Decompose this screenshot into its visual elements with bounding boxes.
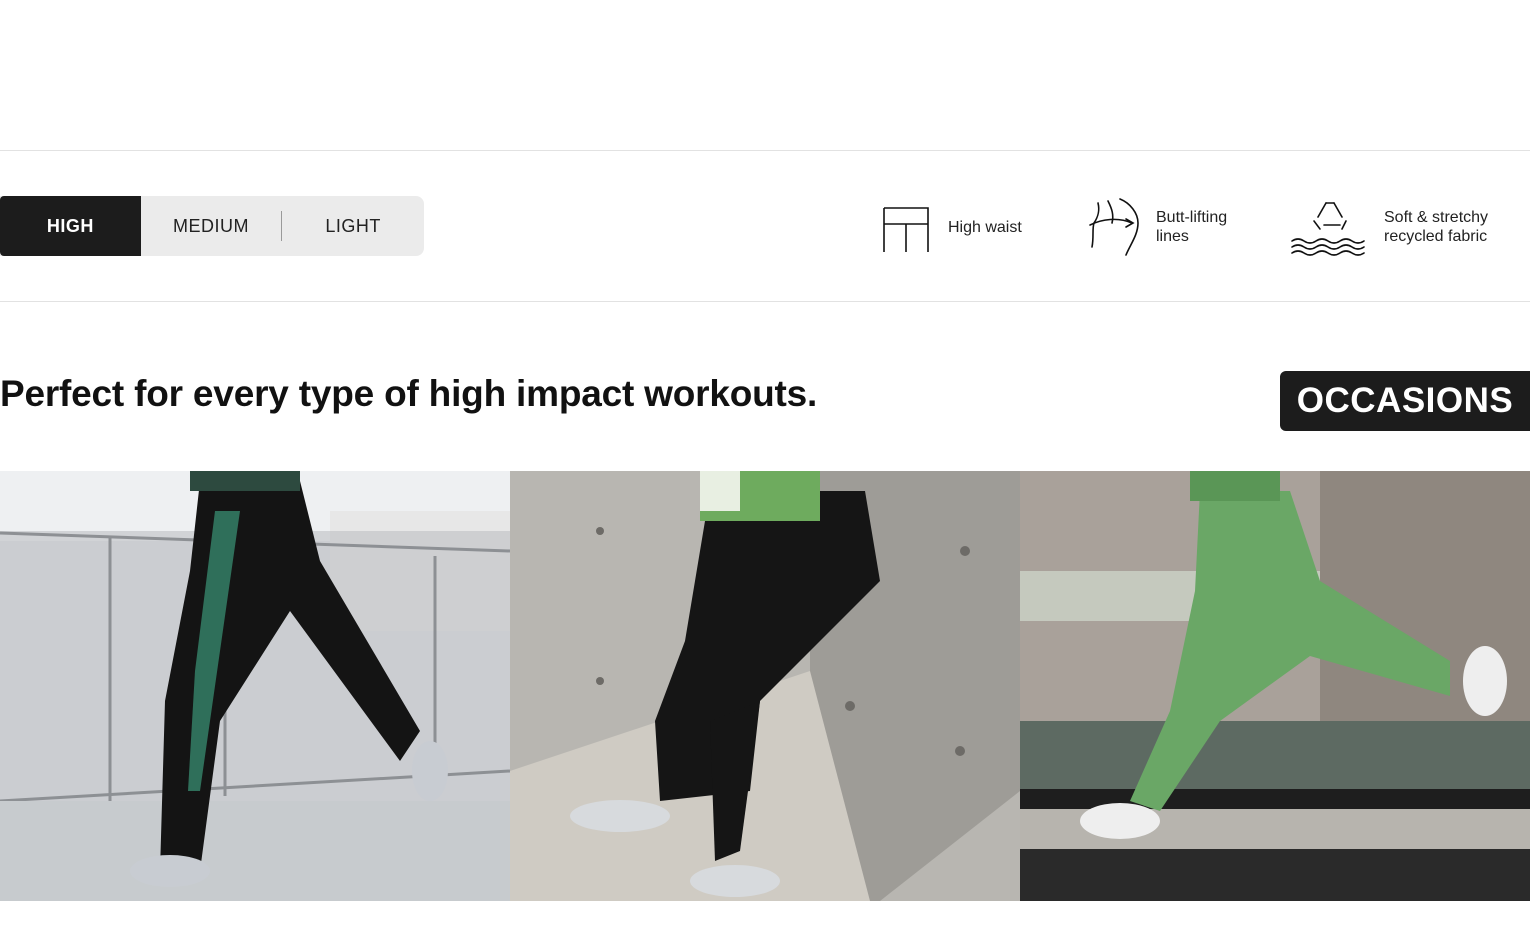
impact-high-tab[interactable]: HIGH <box>0 196 141 256</box>
high-waist-icon <box>883 207 929 252</box>
impact-light-tab[interactable]: LIGHT <box>282 196 424 256</box>
feature-butt-lifting: Butt-lifting lines <box>1088 196 1227 258</box>
recycle-icon <box>1291 202 1365 256</box>
impact-medium-tab[interactable]: MEDIUM <box>141 196 282 256</box>
impact-level-selector: HIGH MEDIUM LIGHT <box>0 196 424 256</box>
photo-leaning-wall-black-leggings <box>510 471 1020 901</box>
section-headline: Perfect for every type of high impact wo… <box>0 373 818 414</box>
photo-gallery <box>0 471 1530 901</box>
photo-running-green-leggings <box>1020 471 1530 901</box>
photo-running-patterned-leggings <box>0 471 510 901</box>
feature-high-waist: High waist <box>880 196 1022 258</box>
top-divider <box>0 150 1530 151</box>
feature-label-butt-lifting: Butt-lifting lines <box>1156 209 1228 245</box>
feature-label-recycled-fabric: Soft & stretchy recycled fabric <box>1384 209 1489 245</box>
occasions-badge: OCCASIONS <box>1280 371 1530 431</box>
butt-lift-icon <box>1089 198 1139 256</box>
bottom-divider <box>0 301 1530 302</box>
feature-label-high-waist: High waist <box>948 218 1022 236</box>
feature-recycled-fabric: Soft & stretchy recycled fabric <box>1290 196 1488 258</box>
